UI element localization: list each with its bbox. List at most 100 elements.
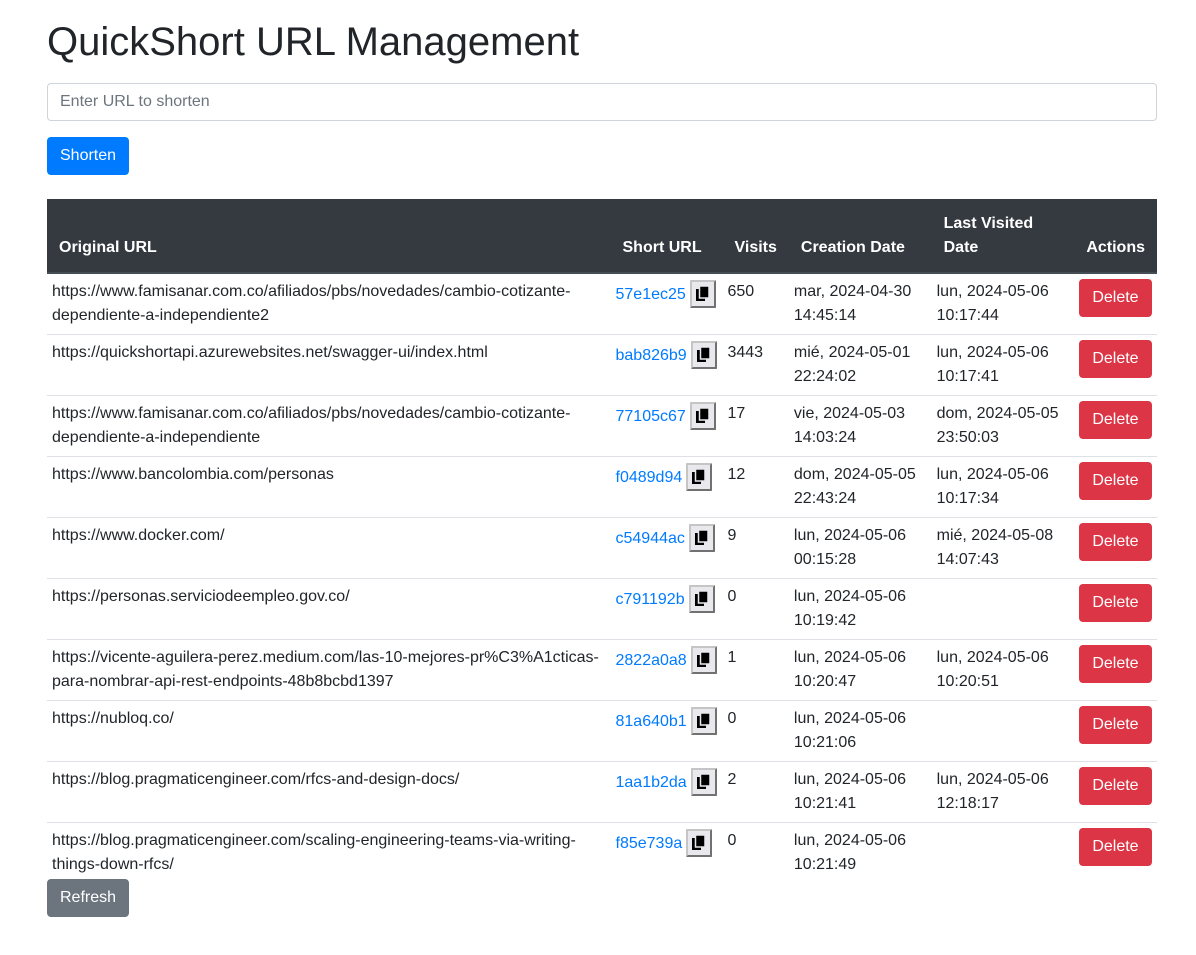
short-url-cell: f85e739a xyxy=(610,822,723,883)
actions-cell: Delete xyxy=(1074,578,1157,640)
visits-cell: 2 xyxy=(722,761,789,823)
creation-date-cell: lun, 2024-05-06 10:21:06 xyxy=(788,700,932,762)
creation-date: mié, 2024-05-01 22:24:02 xyxy=(793,344,911,385)
visits-cell: 12 xyxy=(722,456,789,518)
visits-count: 0 xyxy=(727,588,737,605)
copy-icon xyxy=(692,835,706,850)
copy-icon xyxy=(694,530,709,545)
original-url-cell: https://nubloq.co/ xyxy=(47,700,611,762)
short-url-link[interactable]: 57e1ec25 xyxy=(616,283,686,307)
short-url-link[interactable]: 2822a0a8 xyxy=(616,649,687,673)
short-url-cell: 1aa1b2da xyxy=(610,761,723,823)
creation-date-cell: mar, 2024-04-30 14:45:14 xyxy=(789,273,932,335)
original-url: https://blog.pragmaticengineer.com/rfcs-… xyxy=(52,771,460,788)
table-row: https://www.famisanar.com.co/afiliados/p… xyxy=(47,395,1157,457)
visits-count: 9 xyxy=(727,527,737,544)
table-row: https://blog.pragmaticengineer.com/rfcs-… xyxy=(47,761,1157,823)
copy-button[interactable] xyxy=(689,280,716,308)
short-url-link[interactable]: f0489d94 xyxy=(616,466,683,490)
original-url: https://www.famisanar.com.co/afiliados/p… xyxy=(52,283,571,324)
copy-button[interactable] xyxy=(690,707,717,735)
url-input[interactable] xyxy=(47,83,1157,121)
last-visited-date: mié, 2024-05-08 14:07:43 xyxy=(936,527,1054,568)
original-url: https://blog.pragmaticengineer.com/scali… xyxy=(52,832,576,873)
last-visited-date: lun, 2024-05-06 10:17:44 xyxy=(936,283,1049,324)
creation-date-cell: dom, 2024-05-05 22:43:24 xyxy=(788,456,932,518)
copy-button[interactable] xyxy=(688,585,715,613)
creation-date-cell: lun, 2024-05-06 10:21:49 xyxy=(788,822,932,883)
creation-date-cell: lun, 2024-05-06 10:19:42 xyxy=(788,578,932,640)
short-url-link[interactable]: f85e739a xyxy=(616,832,683,856)
table-row: https://www.famisanar.com.co/afiliados/p… xyxy=(47,273,1157,335)
short-url-cell: f0489d94 xyxy=(610,456,723,518)
shorten-button[interactable]: Shorten xyxy=(47,137,130,175)
creation-date: lun, 2024-05-06 10:21:41 xyxy=(793,771,906,812)
creation-date: lun, 2024-05-06 10:21:49 xyxy=(793,832,906,873)
short-url-cell: 57e1ec25 xyxy=(611,273,723,335)
last-visited-date-cell xyxy=(931,578,1075,640)
urls-table: Original URL Short URL Visits Creation D… xyxy=(47,199,1157,883)
original-url-cell: https://www.famisanar.com.co/afiliados/p… xyxy=(47,395,611,457)
table-row: https://nubloq.co/ 81a640b1 0 lun, 2024-… xyxy=(47,700,1157,762)
delete-button[interactable]: Delete xyxy=(1079,462,1152,500)
table-row: https://www.docker.com/ c54944ac 9 lun, … xyxy=(47,517,1157,579)
header-actions: Actions xyxy=(1074,199,1157,274)
delete-button[interactable]: Delete xyxy=(1079,340,1152,378)
original-url: https://www.bancolombia.com/personas xyxy=(52,466,334,483)
copy-button[interactable] xyxy=(686,463,713,491)
delete-button[interactable]: Delete xyxy=(1079,584,1152,622)
delete-button[interactable]: Delete xyxy=(1079,767,1152,805)
last-visited-date-cell: mié, 2024-05-08 14:07:43 xyxy=(931,517,1075,579)
original-url-cell: https://quickshortapi.azurewebsites.net/… xyxy=(47,334,611,396)
actions-cell: Delete xyxy=(1074,334,1157,396)
visits-cell: 3443 xyxy=(722,334,789,396)
short-url-cell: bab826b9 xyxy=(610,334,723,396)
short-url-link[interactable]: 1aa1b2da xyxy=(616,771,687,795)
creation-date: dom, 2024-05-05 22:43:24 xyxy=(793,466,916,507)
copy-button[interactable] xyxy=(688,524,715,552)
short-url-link[interactable]: 81a640b1 xyxy=(616,710,687,734)
table-row: https://www.bancolombia.com/personas f04… xyxy=(47,456,1157,518)
copy-button[interactable] xyxy=(690,768,717,796)
short-url-link[interactable]: c54944ac xyxy=(616,527,685,551)
visits-count: 0 xyxy=(727,832,737,849)
copy-button[interactable] xyxy=(690,646,717,674)
original-url: https://www.docker.com/ xyxy=(52,527,225,544)
visits-count: 3443 xyxy=(727,344,764,361)
last-visited-date-cell: lun, 2024-05-06 10:17:34 xyxy=(931,456,1075,518)
delete-button[interactable]: Delete xyxy=(1079,279,1152,317)
last-visited-date: lun, 2024-05-06 10:20:51 xyxy=(936,649,1049,690)
visits-count: 12 xyxy=(727,466,746,483)
last-visited-date-cell: lun, 2024-05-06 10:20:51 xyxy=(931,639,1075,701)
copy-icon xyxy=(696,774,711,789)
original-url: https://www.famisanar.com.co/afiliados/p… xyxy=(52,405,571,446)
last-visited-date: lun, 2024-05-06 10:17:34 xyxy=(936,466,1049,507)
copy-button[interactable] xyxy=(690,341,717,369)
delete-button[interactable]: Delete xyxy=(1079,828,1152,866)
refresh-button[interactable]: Refresh xyxy=(47,879,130,917)
original-url: https://vicente-aguilera-perez.medium.co… xyxy=(52,649,599,690)
delete-button[interactable]: Delete xyxy=(1079,401,1152,439)
delete-button[interactable]: Delete xyxy=(1079,523,1152,561)
copy-icon xyxy=(692,469,706,484)
short-url-link[interactable]: 77105c67 xyxy=(616,405,686,429)
original-url: https://nubloq.co/ xyxy=(52,710,174,727)
actions-cell: Delete xyxy=(1074,700,1157,762)
delete-button[interactable]: Delete xyxy=(1079,645,1152,683)
copy-button[interactable] xyxy=(689,402,716,430)
page-title: QuickShort URL Management xyxy=(47,20,580,64)
original-url: https://quickshortapi.azurewebsites.net/… xyxy=(52,344,488,361)
table-header-row: Original URL Short URL Visits Creation D… xyxy=(47,199,1157,274)
delete-button[interactable]: Delete xyxy=(1079,706,1152,744)
visits-cell: 0 xyxy=(722,578,789,640)
copy-icon xyxy=(695,286,710,301)
original-url-cell: https://www.docker.com/ xyxy=(47,517,611,579)
short-url-link[interactable]: c791192b xyxy=(616,588,685,612)
visits-cell: 0 xyxy=(722,700,789,762)
last-visited-date-cell xyxy=(931,700,1075,762)
creation-date: lun, 2024-05-06 10:20:47 xyxy=(793,649,906,690)
actions-cell: Delete xyxy=(1074,456,1157,518)
short-url-link[interactable]: bab826b9 xyxy=(616,344,687,368)
actions-cell: Delete xyxy=(1074,395,1157,457)
copy-button[interactable] xyxy=(686,829,713,857)
